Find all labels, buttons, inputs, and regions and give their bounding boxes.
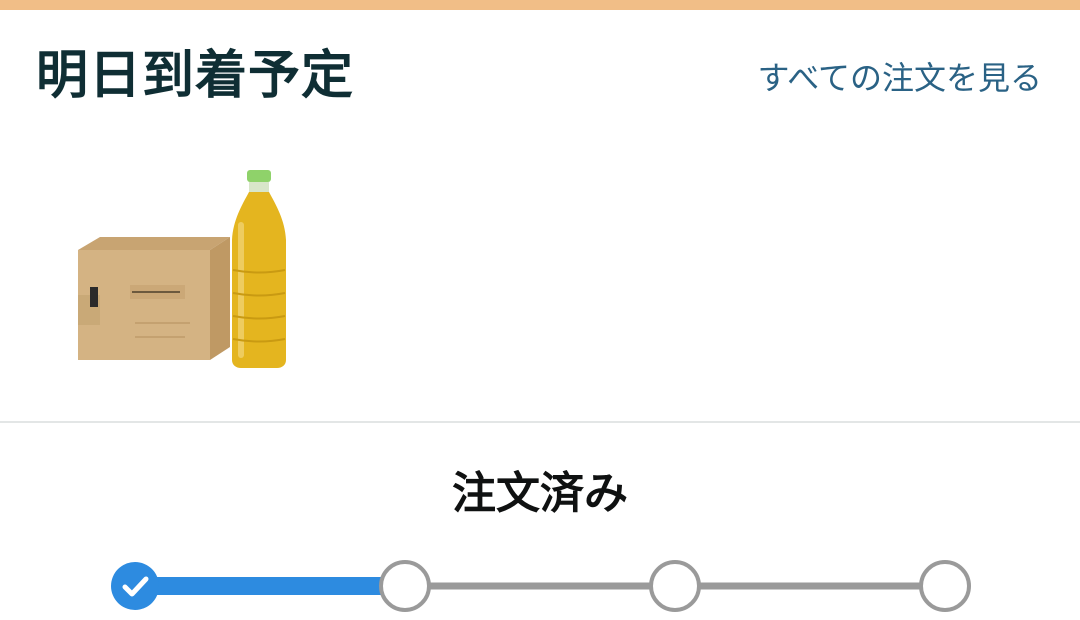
progress-step-completed	[111, 562, 159, 610]
box-top-face	[78, 237, 230, 250]
order-status-label: 注文済み	[452, 468, 628, 519]
bottle-neck	[249, 182, 269, 192]
progress-step-pending	[649, 560, 701, 612]
delivery-title: 明日到着予定	[36, 46, 355, 106]
top-accent-strip	[0, 0, 1080, 10]
view-all-orders-link[interactable]: すべての注文を見る	[758, 62, 1042, 94]
section-divider	[0, 421, 1080, 423]
green-tea-case-with-bottle-icon	[78, 170, 286, 368]
box-side-face	[210, 237, 230, 360]
progress-step-pending	[379, 560, 431, 612]
box-dark-label	[90, 287, 98, 307]
order-progress-tracker	[100, 556, 1000, 616]
product-thumbnail[interactable]	[70, 165, 320, 375]
bottle-cap	[247, 170, 271, 182]
order-progress-graphic	[111, 560, 971, 612]
progress-step-pending	[919, 560, 971, 612]
